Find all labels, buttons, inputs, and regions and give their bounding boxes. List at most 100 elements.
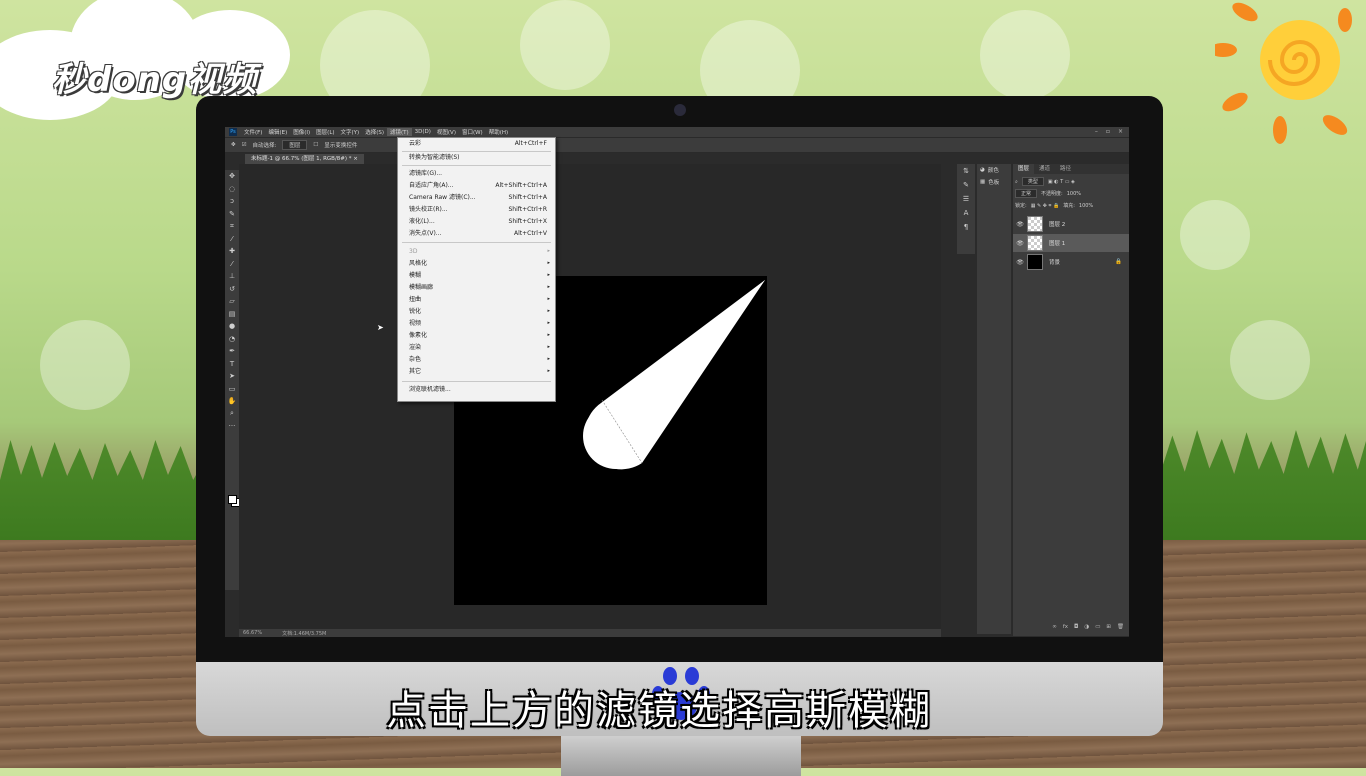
filter-item-camera-raw[interactable]: Camera Raw 滤镜(C)... Shift+Ctrl+A xyxy=(398,192,555,203)
color-wheel-icon: ◕ xyxy=(980,167,985,173)
document-tab[interactable]: 未标题-1 @ 66.7% (图层 1, RGB/8#) * × xyxy=(245,154,364,164)
filter-item-stylize[interactable]: 风格化 ▸ xyxy=(398,258,555,269)
zoom-level: 66.67% xyxy=(243,630,263,636)
filter-menu-dropdown: 云彩 Alt+Ctrl+F 转换为智能滤镜(S) 滤镜库(G)... 自适应广角(… xyxy=(397,137,556,402)
move-tool-icon[interactable]: ✥ xyxy=(225,170,239,183)
lock-icons[interactable]: ▦ ✎ ✥ ⌗ 🔒 xyxy=(1031,203,1060,209)
filter-item-browse-online[interactable]: 浏览联机滤镜... xyxy=(398,384,555,395)
menu-filter[interactable]: 滤镜(T) xyxy=(386,128,412,136)
eyedropper-tool-icon[interactable]: ⁄ xyxy=(225,233,239,246)
visibility-eye-icon[interactable]: 👁 xyxy=(1013,259,1027,266)
filter-item-pixelate[interactable]: 像素化 ▸ xyxy=(398,330,555,341)
zoom-tool-icon[interactable]: ⌕ xyxy=(225,408,239,421)
quick-select-tool-icon[interactable]: ✎ xyxy=(225,208,239,221)
lasso-tool-icon[interactable]: ↄ xyxy=(225,195,239,208)
marquee-tool-icon[interactable]: ◌ xyxy=(225,183,239,196)
swatches-icon: ▦ xyxy=(980,179,986,185)
blend-opacity-row: 正常 不透明度: 100% xyxy=(1015,189,1128,198)
filter-item-convert-smart[interactable]: 转换为智能滤镜(S) xyxy=(398,152,555,163)
color-panel-button[interactable]: ◕ 颜色 xyxy=(977,164,1011,176)
filter-item-vanishing-point[interactable]: 消失点(V)... Alt+Ctrl+V xyxy=(398,228,555,239)
more-tools-icon[interactable]: ··· xyxy=(225,420,239,433)
path-select-tool-icon[interactable]: ➤ xyxy=(225,370,239,383)
show-transform-checkbox[interactable]: ☐ xyxy=(313,142,318,148)
fill-value[interactable]: 100% xyxy=(1079,203,1093,209)
minimize-icon[interactable]: – xyxy=(1095,128,1098,135)
filter-item-blur[interactable]: 模糊 ▸ xyxy=(398,270,555,281)
hand-tool-icon[interactable]: ✋ xyxy=(225,395,239,408)
paragraph-icon[interactable]: ¶ xyxy=(957,220,975,234)
menu-edit[interactable]: 编辑(E) xyxy=(265,128,290,136)
swatches-panel-button[interactable]: ▦ 色板 xyxy=(977,176,1011,188)
link-layers-icon[interactable]: ∞ xyxy=(1052,624,1057,634)
menu-view[interactable]: 视图(V) xyxy=(434,128,459,136)
filter-item-adaptive-wide-angle[interactable]: 自适应广角(A)... Alt+Shift+Ctrl+A xyxy=(398,180,555,191)
filter-item-lens-correction[interactable]: 镜头校正(R)... Shift+Ctrl+R xyxy=(398,204,555,215)
foreground-color-swatch[interactable] xyxy=(228,495,237,504)
properties-icon[interactable]: ☰ xyxy=(957,192,975,206)
clone-stamp-tool-icon[interactable]: ⊥ xyxy=(225,270,239,283)
filter-item-3d: 3D ▸ xyxy=(409,248,550,255)
filter-item-noise[interactable]: 杂色 ▸ xyxy=(398,354,555,365)
dodge-tool-icon[interactable]: ◔ xyxy=(225,333,239,346)
character-icon[interactable]: A xyxy=(957,206,975,220)
blend-mode-dropdown[interactable]: 正常 xyxy=(1015,189,1038,198)
tab-channels[interactable]: 通道 xyxy=(1034,164,1055,174)
layer-row-selected[interactable]: 👁 图层 1 xyxy=(1013,234,1129,252)
status-bar: 66.67% 文档:1.46M/3.75M xyxy=(239,629,941,637)
kind-filter-dropdown[interactable]: 类型 xyxy=(1021,177,1044,186)
new-group-icon[interactable]: ▭ xyxy=(1095,624,1100,634)
auto-select-label: 自动选择: xyxy=(252,143,277,149)
eraser-tool-icon[interactable]: ▱ xyxy=(225,295,239,308)
filter-item-liquify[interactable]: 液化(L)... Shift+Ctrl+X xyxy=(398,216,555,227)
layers-panel-tabs: 图层 通道 路径 xyxy=(1013,164,1129,174)
history-icon[interactable]: ⇅ xyxy=(957,164,975,178)
auto-select-dropdown[interactable]: 图层 xyxy=(282,140,308,150)
add-mask-icon[interactable]: ◘ xyxy=(1074,624,1078,634)
maximize-icon[interactable]: ▫ xyxy=(1106,128,1110,135)
menu-help[interactable]: 帮助(H) xyxy=(486,128,511,136)
filter-item-sharpen[interactable]: 锐化 ▸ xyxy=(398,306,555,317)
delete-layer-icon[interactable]: 🗑 xyxy=(1117,624,1124,634)
new-layer-icon[interactable]: ⊞ xyxy=(1106,624,1111,634)
tab-layers[interactable]: 图层 xyxy=(1013,164,1035,174)
healing-brush-tool-icon[interactable]: ✚ xyxy=(225,245,239,258)
filter-item-video[interactable]: 视频 ▸ xyxy=(398,318,555,329)
blur-tool-icon[interactable]: ● xyxy=(225,320,239,333)
visibility-eye-icon[interactable]: 👁 xyxy=(1013,240,1027,247)
crop-tool-icon[interactable]: ⌗ xyxy=(225,220,239,233)
filter-item-clouds[interactable]: 云彩 Alt+Ctrl+F xyxy=(398,138,555,149)
visibility-eye-icon[interactable]: 👁 xyxy=(1013,221,1027,228)
gradient-tool-icon[interactable]: ▤ xyxy=(225,308,239,321)
brush-tool-icon[interactable]: ⁄ xyxy=(225,258,239,271)
menu-3d[interactable]: 3D(D) xyxy=(412,129,434,135)
filter-item-other[interactable]: 其它 ▸ xyxy=(398,366,555,377)
auto-select-checkbox[interactable]: ☑ xyxy=(242,142,247,148)
filter-item-gallery[interactable]: 滤镜库(G)... xyxy=(398,168,555,179)
layer-row[interactable]: 👁 背景 🔒 xyxy=(1013,253,1129,271)
menu-select[interactable]: 选择(S) xyxy=(362,128,387,136)
close-icon[interactable]: × xyxy=(1118,128,1123,135)
filter-item-render[interactable]: 渲染 ▸ xyxy=(398,342,555,353)
menu-image[interactable]: 图像(I) xyxy=(290,128,313,136)
tab-paths[interactable]: 路径 xyxy=(1055,164,1076,174)
menu-type[interactable]: 文字(Y) xyxy=(338,128,363,136)
filter-item-distort[interactable]: 扭曲 ▸ xyxy=(398,294,555,305)
menu-bar: Ps 文件(F) 编辑(E) 图像(I) 图层(L) 文字(Y) 选择(S) 滤… xyxy=(225,127,1129,137)
move-tool-icon[interactable]: ✥ xyxy=(231,142,236,148)
pen-tool-icon[interactable]: ✒ xyxy=(225,345,239,358)
layer-row[interactable]: 👁 图层 2 xyxy=(1013,215,1129,233)
document-tab-bar: 未标题-1 @ 66.7% (图层 1, RGB/8#) * × xyxy=(239,154,939,164)
rectangle-tool-icon[interactable]: ▭ xyxy=(225,383,239,396)
filter-item-blur-gallery[interactable]: 模糊画廊 ▸ xyxy=(398,282,555,293)
menu-layer[interactable]: 图层(L) xyxy=(313,128,337,136)
filter-icons[interactable]: ▣ ◐ T ▭ ◈ xyxy=(1048,179,1075,185)
adjustment-layer-icon[interactable]: ◑ xyxy=(1084,624,1089,634)
opacity-value[interactable]: 100% xyxy=(1067,191,1081,197)
fx-icon[interactable]: fx xyxy=(1063,624,1068,634)
brush-settings-icon[interactable]: ✎ xyxy=(957,178,975,192)
history-brush-tool-icon[interactable]: ↺ xyxy=(225,283,239,296)
type-tool-icon[interactable]: T xyxy=(225,358,239,371)
menu-window[interactable]: 窗口(W) xyxy=(459,128,486,136)
menu-file[interactable]: 文件(F) xyxy=(241,128,265,136)
